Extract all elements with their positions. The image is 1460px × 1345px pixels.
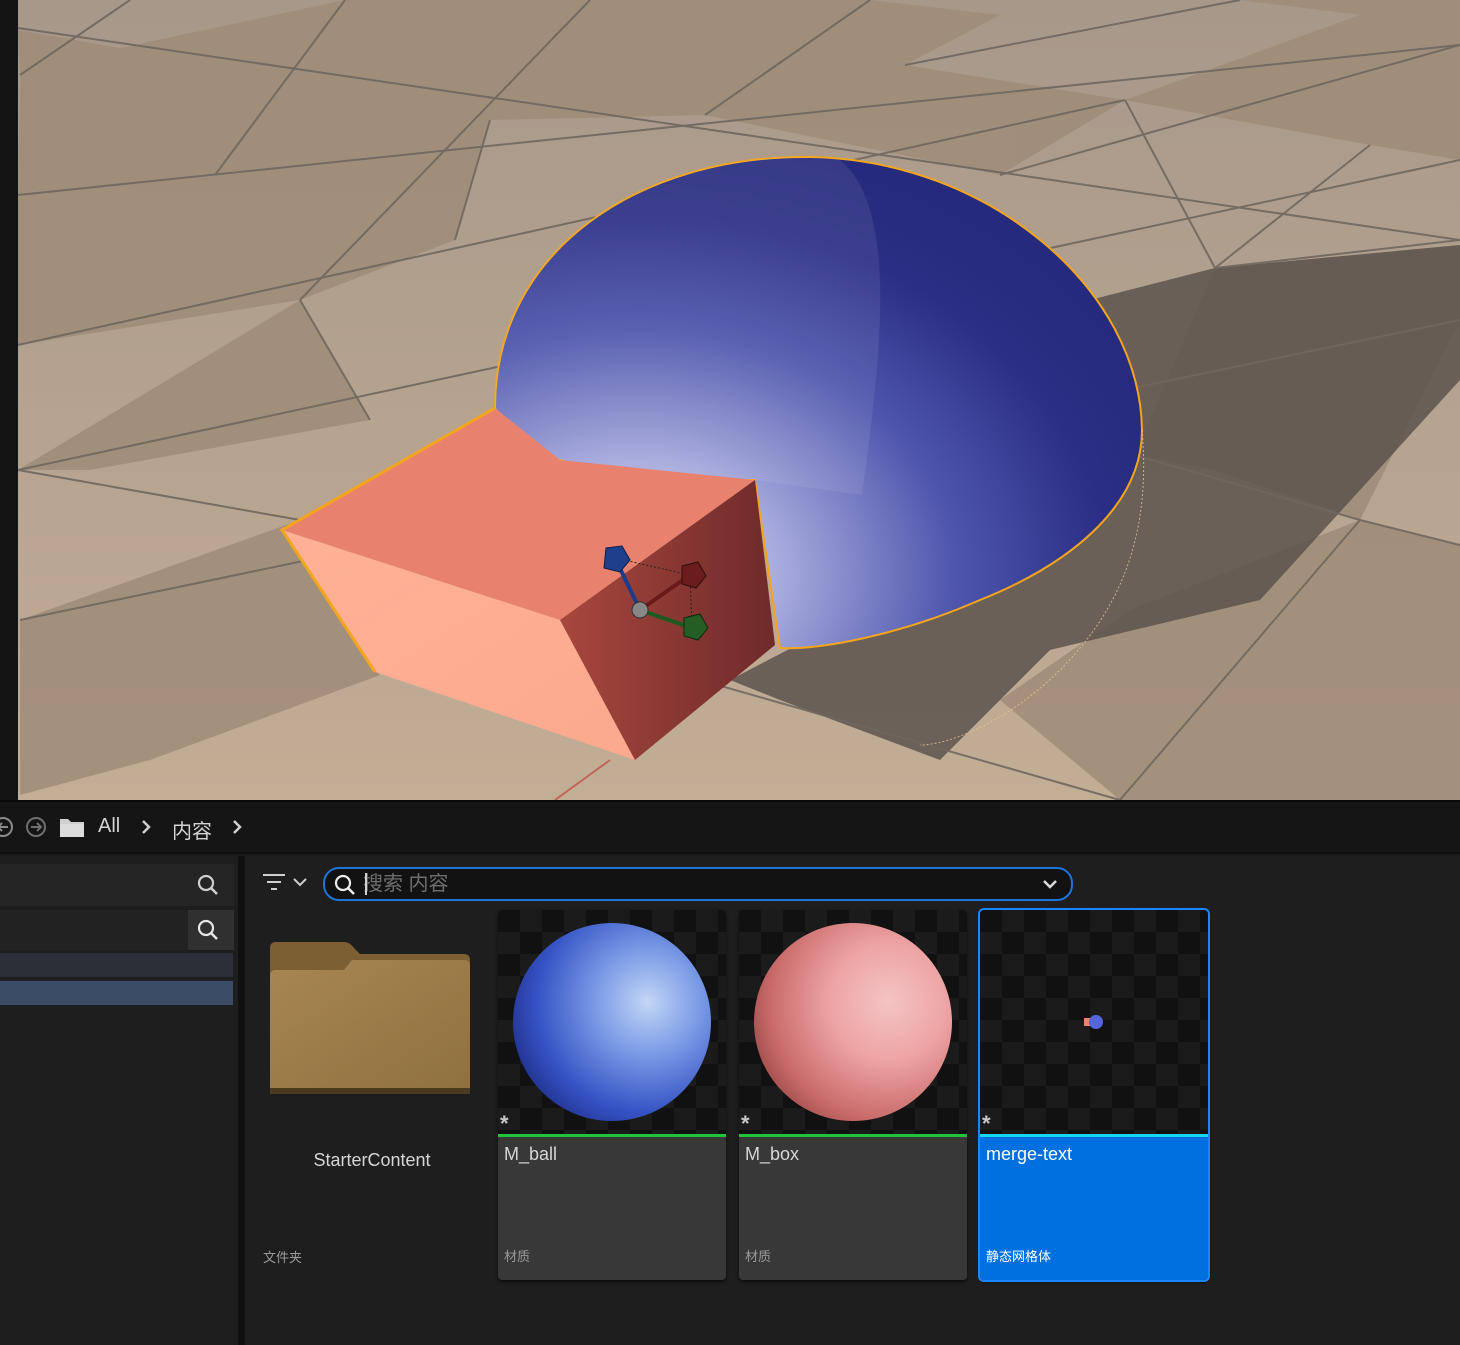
asset-thumbnail (980, 910, 1208, 1134)
panel-splitter[interactable] (238, 856, 245, 1345)
search-bar[interactable] (323, 867, 1073, 901)
asset-tile-m-box[interactable]: * M_box 材质 (739, 910, 967, 1280)
asset-tile-merge-text[interactable]: * merge-text 静态网格体 (978, 908, 1210, 1282)
asset-name: M_ball (504, 1144, 558, 1164)
asset-name: StarterContent (313, 1150, 431, 1170)
asset-tile-folder[interactable]: StarterContent 文件夹 (255, 910, 489, 1332)
material-sphere-blue (513, 923, 711, 1121)
asset-type-bar (498, 1134, 726, 1137)
folder-tree-row[interactable] (0, 953, 233, 977)
asset-type-bar (739, 1134, 967, 1137)
folder-icon[interactable] (59, 816, 85, 838)
unsaved-asterisk-icon: * (500, 1111, 509, 1136)
search-input[interactable] (363, 871, 1013, 897)
content-browser: All 内容 搜索 内容 StarterContent 文件夹 * M_ball… (0, 800, 1460, 1345)
navigation-bar: All 内容 (0, 802, 1460, 854)
unsaved-asterisk-icon: * (982, 1111, 991, 1136)
asset-type: 材质 (504, 1249, 531, 1264)
asset-type-bar (980, 1134, 1208, 1137)
folder-icon (270, 942, 470, 1094)
filter-icon[interactable] (261, 868, 315, 898)
static-mesh-preview (1084, 1015, 1103, 1029)
asset-thumbnail (498, 910, 726, 1134)
sources-panel (0, 856, 238, 1345)
asset-type: 材质 (745, 1249, 772, 1264)
asset-name: M_box (745, 1144, 800, 1164)
folder-tree-row-selected[interactable] (0, 981, 233, 1005)
unsaved-asterisk-icon: * (741, 1111, 750, 1136)
viewport-left-edge (0, 0, 18, 800)
asset-type: 静态网格体 (986, 1249, 1052, 1264)
text-caret (365, 873, 367, 895)
back-arrow-icon[interactable] (0, 816, 14, 838)
asset-type: 文件夹 (263, 1250, 303, 1265)
chevron-right-icon[interactable] (139, 817, 153, 837)
material-sphere-pink (754, 923, 952, 1121)
chevron-down-icon[interactable] (1041, 875, 1059, 893)
asset-name: merge-text (986, 1144, 1073, 1164)
chevron-right-icon[interactable] (230, 817, 244, 837)
breadcrumb-all[interactable]: All (98, 815, 120, 838)
level-viewport[interactable] (0, 0, 1460, 800)
asset-tile-m-ball[interactable]: * M_ball 材质 (498, 910, 726, 1280)
breadcrumb-content[interactable]: 内容 (172, 815, 212, 844)
asset-thumbnail (739, 910, 967, 1134)
forward-arrow-icon[interactable] (25, 816, 47, 838)
search-icon[interactable] (196, 918, 220, 942)
search-icon (334, 874, 355, 895)
viewport-scene (0, 0, 1460, 800)
favorites-search[interactable] (0, 864, 234, 906)
search-icon[interactable] (196, 873, 220, 897)
folder-tree-search[interactable] (0, 910, 234, 950)
